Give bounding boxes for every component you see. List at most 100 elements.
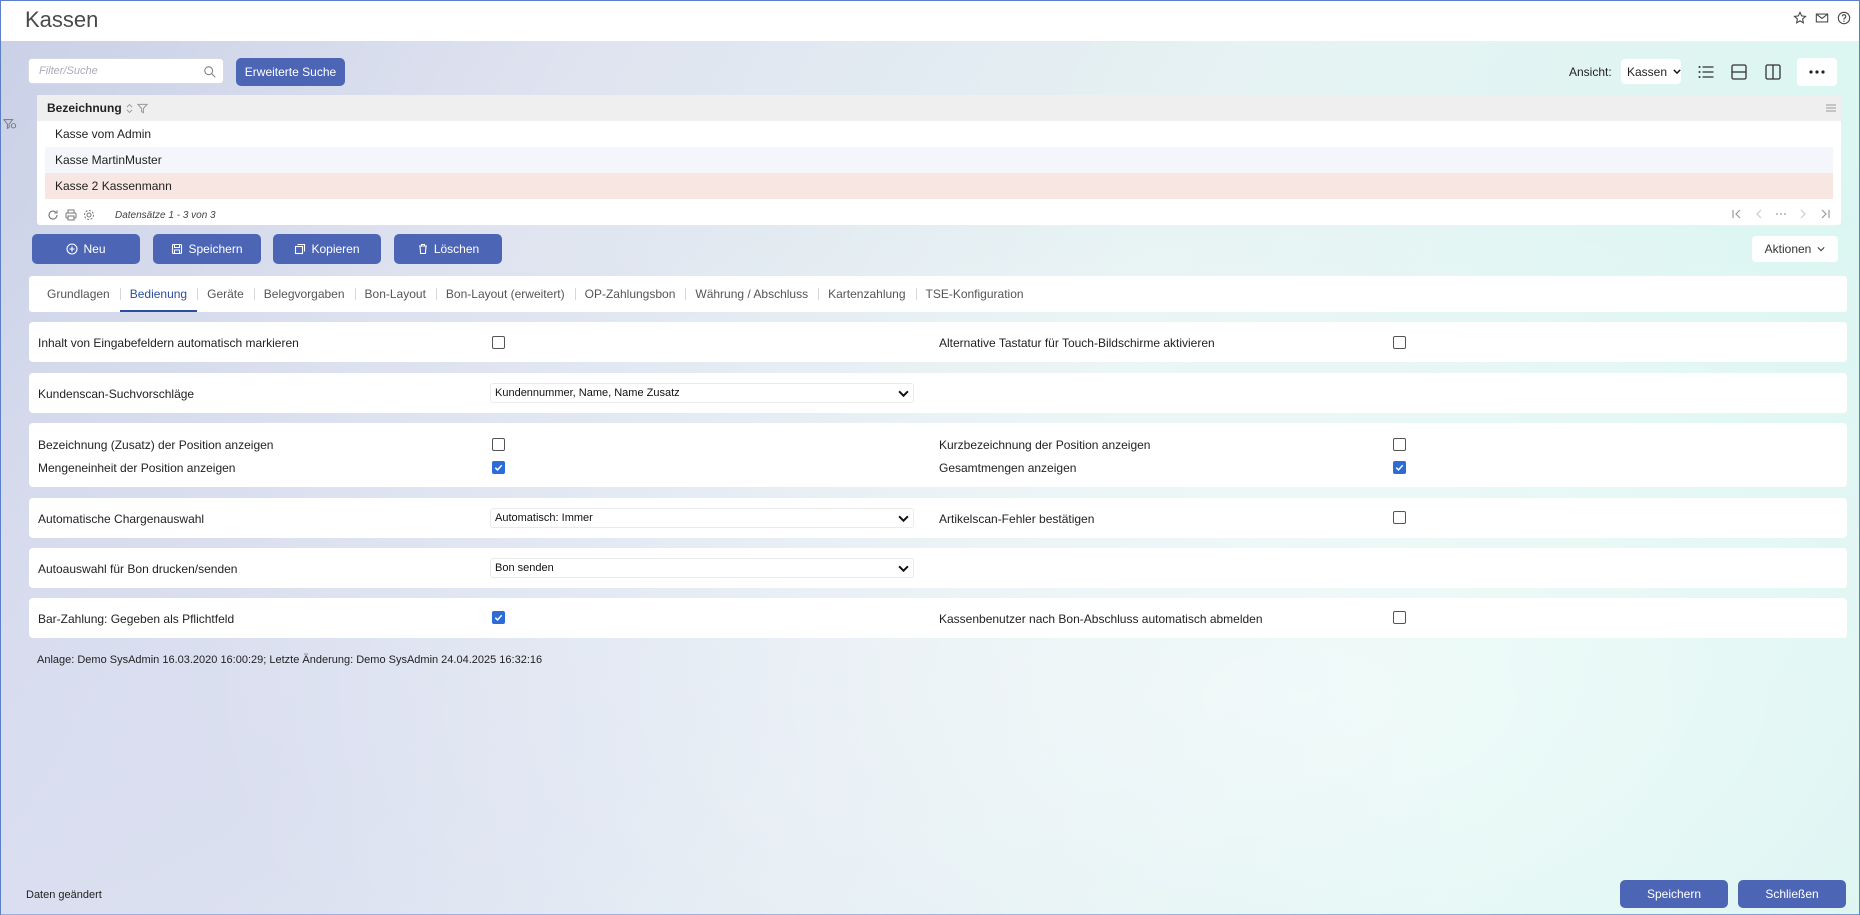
tab-belegvorgaben[interactable]: Belegvorgaben: [253, 276, 355, 312]
more-pages-icon[interactable]: [1775, 208, 1787, 220]
receipt-auto-select[interactable]: Bon senden: [490, 558, 914, 578]
filter-icon[interactable]: [136, 103, 148, 114]
cash-given-label: Bar-Zahlung: Gegeben als Pflichtfeld: [38, 612, 235, 626]
next-page-icon[interactable]: [1797, 208, 1809, 220]
column-header-bezeichnung[interactable]: Bezeichnung: [47, 101, 122, 115]
window-title: Kassen: [25, 7, 99, 32]
pager: [1731, 208, 1831, 220]
tab-op-zahlungsbon[interactable]: OP-Zahlungsbon: [574, 276, 686, 312]
tab-bar: Grundlagen Bedienung Geräte Belegvorgabe…: [29, 276, 1847, 312]
tab-waehrung-abschluss[interactable]: Währung / Abschluss: [685, 276, 818, 312]
search-input[interactable]: [29, 59, 223, 83]
grid-footer: Datensätze 1 - 3 von 3: [37, 205, 1841, 225]
list-view-button[interactable]: [1692, 58, 1720, 86]
save-button[interactable]: Speichern: [153, 234, 261, 264]
customer-scan-select[interactable]: Kundennummer, Name, Name Zusatz: [490, 383, 914, 403]
prev-page-icon[interactable]: [1753, 208, 1765, 220]
tab-bon-layout[interactable]: Bon-Layout: [354, 276, 436, 312]
show-name-extra-checkbox[interactable]: [492, 438, 505, 451]
checkmark-icon: [1395, 464, 1404, 471]
trash-icon: [418, 243, 427, 255]
new-button-label: Neu: [83, 242, 106, 256]
tab-bedienung[interactable]: Bedienung: [119, 276, 198, 312]
auto-mark-label: Inhalt von Eingabefeldern automatisch ma…: [38, 336, 299, 350]
auto-mark-checkbox[interactable]: [492, 336, 505, 349]
settings-panel-receipt: Autoauswahl für Bon drucken/senden Bon s…: [29, 548, 1847, 588]
view-select-value: Kassen: [1627, 64, 1668, 79]
split-vertical-icon: [1765, 64, 1781, 80]
search-box: [28, 58, 224, 84]
show-short-name-checkbox[interactable]: [1393, 438, 1406, 451]
auto-logout-checkbox[interactable]: [1393, 611, 1406, 624]
audit-info: Anlage: Demo SysAdmin 16.03.2020 16:00:2…: [37, 654, 543, 666]
receipt-auto-value: Bon senden: [495, 562, 554, 574]
first-page-icon[interactable]: [1731, 208, 1743, 220]
records-info: Datensätze 1 - 3 von 3: [115, 209, 216, 221]
chevron-down-icon: [1817, 247, 1825, 252]
delete-button[interactable]: Löschen: [394, 234, 502, 264]
help-icon[interactable]: [1837, 11, 1851, 25]
table-row-selected[interactable]: Kasse 2 Kassenmann: [45, 173, 1833, 199]
auto-logout-label: Kassenbenutzer nach Bon-Abschluss automa…: [939, 612, 1263, 626]
chevron-down-icon: [898, 565, 909, 573]
show-unit-checkbox[interactable]: [492, 461, 505, 474]
more-options-button[interactable]: [1797, 58, 1837, 86]
sort-icon[interactable]: [126, 103, 133, 114]
actions-dropdown-button[interactable]: Aktionen: [1752, 236, 1838, 262]
split-horizontal-icon: [1731, 64, 1747, 80]
show-unit-label: Mengeneinheit der Position anzeigen: [38, 461, 236, 475]
plus-circle-icon: [66, 243, 79, 255]
side-filter-icon[interactable]: [2, 117, 17, 131]
actions-dropdown-label: Aktionen: [1764, 242, 1812, 256]
cash-given-checkbox[interactable]: [492, 611, 505, 624]
checkmark-icon: [494, 614, 503, 621]
new-button[interactable]: Neu: [32, 234, 140, 264]
checkmark-icon: [494, 464, 503, 471]
split-vertical-button[interactable]: [1759, 58, 1787, 86]
tab-kartenzahlung[interactable]: Kartenzahlung: [818, 276, 915, 312]
delete-button-label: Löschen: [433, 242, 480, 256]
tab-grundlagen[interactable]: Grundlagen: [37, 276, 120, 312]
alt-keyboard-checkbox[interactable]: [1393, 336, 1406, 349]
settings-panel-customer-scan: Kundenscan-Suchvorschläge Kundennummer, …: [29, 373, 1847, 413]
extended-search-button[interactable]: Erweiterte Suche: [236, 58, 345, 86]
records-grid: Bezeichnung Kasse vom Admin Kasse Martin…: [37, 95, 1841, 225]
title-bar: Kassen: [1, 1, 1859, 41]
star-icon[interactable]: [1793, 11, 1807, 25]
tab-geraete[interactable]: Geräte: [197, 276, 254, 312]
article-scan-error-label: Artikelscan-Fehler bestätigen: [939, 512, 1095, 526]
split-horizontal-button[interactable]: [1725, 58, 1753, 86]
settings-panel-input: Inhalt von Eingabefeldern automatisch ma…: [29, 322, 1847, 362]
refresh-icon[interactable]: [47, 209, 59, 221]
view-select[interactable]: Kassen: [1621, 59, 1681, 84]
row-cell: Kasse vom Admin: [55, 127, 152, 141]
copy-button-label: Kopieren: [311, 242, 360, 256]
table-row[interactable]: Kasse vom Admin: [45, 121, 1833, 147]
list-view-icon: [1698, 66, 1714, 78]
copy-button[interactable]: Kopieren: [273, 234, 381, 264]
chevron-down-icon: [898, 515, 909, 523]
settings-panel-payment: Bar-Zahlung: Gegeben als Pflichtfeld Kas…: [29, 598, 1847, 638]
tab-tse-konfiguration[interactable]: TSE-Konfiguration: [915, 276, 1034, 312]
footer-close-button[interactable]: Schließen: [1738, 880, 1846, 908]
footer-save-button[interactable]: Speichern: [1620, 880, 1728, 908]
mail-icon[interactable]: [1815, 11, 1829, 25]
last-page-icon[interactable]: [1819, 208, 1831, 220]
show-short-name-label: Kurzbezeichnung der Position anzeigen: [939, 438, 1151, 452]
save-icon: [172, 243, 183, 255]
alt-keyboard-label: Alternative Tastatur für Touch-Bildschir…: [939, 336, 1215, 350]
copy-icon: [295, 243, 306, 255]
chevron-down-icon: [1673, 69, 1681, 75]
status-text: Daten geändert: [26, 889, 102, 901]
save-button-label: Speichern: [188, 242, 243, 256]
tab-bon-layout-erweitert[interactable]: Bon-Layout (erweitert): [435, 276, 575, 312]
search-icon[interactable]: [203, 65, 217, 79]
settings-gear-icon[interactable]: [83, 209, 95, 221]
article-scan-error-checkbox[interactable]: [1393, 511, 1406, 524]
column-menu-icon[interactable]: [1825, 102, 1837, 114]
print-icon[interactable]: [65, 209, 77, 221]
grid-header: Bezeichnung: [37, 95, 1841, 121]
batch-select[interactable]: Automatisch: Immer: [490, 508, 914, 528]
show-totals-checkbox[interactable]: [1393, 461, 1406, 474]
table-row[interactable]: Kasse MartinMuster: [45, 147, 1833, 173]
